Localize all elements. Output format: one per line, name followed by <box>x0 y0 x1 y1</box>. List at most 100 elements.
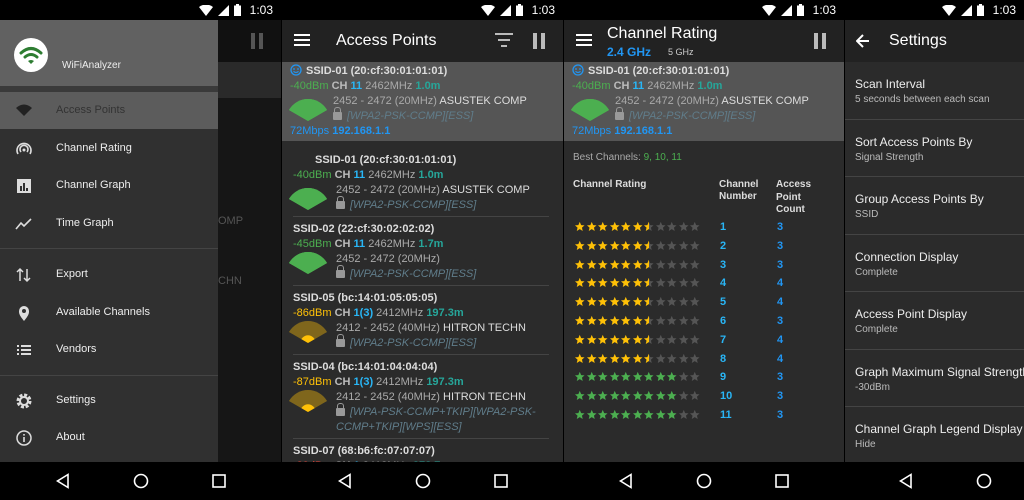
setting-item[interactable]: Connection Display Complete <box>845 235 1024 292</box>
channel-rating-row: 23 <box>574 240 834 258</box>
back-button[interactable] <box>618 473 634 489</box>
star-icon <box>609 353 620 363</box>
home-button[interactable] <box>133 473 149 489</box>
frequency: 2462MHz <box>647 80 695 92</box>
wifi-signal-icon <box>570 95 610 128</box>
setting-summary: Signal Strength <box>855 151 924 163</box>
connected-access-point[interactable]: SSID-01 (20:cf:30:01:01:01) -40dBm CH 11… <box>564 62 844 141</box>
tab-5ghz[interactable]: 5 GHz <box>668 47 694 57</box>
filter-icon[interactable] <box>495 33 513 47</box>
star-icon <box>666 240 677 250</box>
status-time: 1:03 <box>531 3 555 17</box>
star-icon <box>666 334 677 344</box>
page-title: Settings <box>889 32 947 49</box>
access-point-item[interactable]: SSID-04 (bc:14:01:04:04:04) -87dBm CH 1(… <box>282 355 563 438</box>
channel-width: (20MHz) <box>676 95 719 107</box>
status-bar: 1:03 <box>564 0 844 20</box>
wifi-signal-icon <box>288 95 328 128</box>
menu-icon[interactable] <box>576 34 592 46</box>
setting-item[interactable]: Scan Interval 5 seconds between each scan <box>845 62 1024 120</box>
distance: 1.0m <box>415 80 441 92</box>
drawer-item-vendors[interactable]: Vendors <box>0 331 218 368</box>
access-point-item[interactable]: SSID-01 (20:cf:30:01:01:01) -40dBm CH 11… <box>282 141 563 216</box>
menu-icon[interactable] <box>294 34 310 46</box>
header-channel: Channel Number <box>719 179 759 202</box>
vendor: HITRON TECHN <box>443 322 526 334</box>
recents-button[interactable] <box>211 473 227 489</box>
star-icon <box>574 334 585 344</box>
navigation-drawer: WiFiAnalyzer Access Points Channel Rating… <box>0 20 218 462</box>
header-rating: Channel Rating <box>573 179 647 190</box>
setting-item[interactable]: Group Access Points By SSID <box>845 177 1024 235</box>
star-icon <box>655 278 666 288</box>
back-arrow-icon[interactable] <box>856 34 870 48</box>
home-button[interactable] <box>976 473 992 489</box>
drawer-item-time-graph[interactable]: Time Graph <box>0 205 218 242</box>
back-button[interactable] <box>55 473 71 489</box>
tab-2-4ghz[interactable]: 2.4 GHz <box>607 45 651 59</box>
star-icon <box>597 334 608 344</box>
recents-button[interactable] <box>774 473 790 489</box>
status-bar: 1:03 <box>0 0 281 20</box>
home-button[interactable] <box>415 473 431 489</box>
security: [WPA2-PSK-CCMP][ESS] <box>290 107 555 124</box>
star-rating <box>574 391 701 404</box>
frequency-range: 2452 - 2472 (20MHz) ASUSTEK COMP <box>290 94 555 109</box>
drawer-item-channel-rating[interactable]: Channel Rating <box>0 130 218 167</box>
channel-number: 1(3) <box>353 376 374 388</box>
star-icon <box>597 278 608 288</box>
setting-item[interactable]: Channel Graph Legend Display Hide <box>845 407 1024 465</box>
drawer-item-channel-graph[interactable]: Channel Graph <box>0 167 218 204</box>
drawer-item-available-channels[interactable]: Available Channels <box>0 294 218 331</box>
star-icon <box>643 240 654 250</box>
star-icon <box>655 240 666 250</box>
signal-line: -86dBm CH 1(3) 2412MHz 197.3m <box>293 306 563 321</box>
drawer-item-settings[interactable]: Settings <box>0 382 218 419</box>
frequency: 2462MHz <box>368 238 416 250</box>
home-button[interactable] <box>696 473 712 489</box>
info-icon <box>16 430 32 446</box>
ssid: SSID-01 (20:cf:30:01:01:01) <box>315 154 457 166</box>
star-icon <box>609 221 620 231</box>
star-icon <box>597 221 608 231</box>
settings-screen: 1:03 Settings Scan Interval 5 seconds bet… <box>845 0 1024 500</box>
pause-button[interactable] <box>533 33 545 49</box>
setting-item[interactable]: Access Point Display Complete <box>845 292 1024 350</box>
export-arrows-icon <box>16 267 31 283</box>
star-icon <box>689 353 700 363</box>
setting-item[interactable]: Graph Maximum Signal Strength -30dBm <box>845 350 1024 407</box>
star-icon <box>678 278 689 288</box>
drawer-item-label: Settings <box>56 394 96 406</box>
channel-rating-row: 10 3 <box>574 390 834 408</box>
recents-button[interactable] <box>493 473 509 489</box>
setting-item[interactable]: Sort Access Points By Signal Strength <box>845 120 1024 177</box>
setting-title: Access Point Display <box>855 307 968 321</box>
ap-count: 3 <box>777 409 784 421</box>
channel-number: 2 <box>720 239 727 252</box>
star-icon <box>574 409 585 419</box>
radar-icon <box>16 142 32 155</box>
vendor: HITRON TECHN <box>443 391 526 403</box>
system-nav-bar <box>282 462 563 500</box>
star-icon <box>586 334 597 344</box>
access-point-item[interactable]: SSID-02 (22:cf:30:02:02:02) -45dBm CH 11… <box>282 217 563 285</box>
channel-label: CH <box>613 80 630 92</box>
star-icon <box>597 315 608 325</box>
drawer-item-access-points[interactable]: Access Points <box>0 92 218 129</box>
settings-list: Scan Interval 5 seconds between each scan… <box>845 62 1024 465</box>
star-rating <box>574 297 701 310</box>
cell-signal-icon <box>500 4 511 16</box>
back-button[interactable] <box>898 473 914 489</box>
drawer-item-export[interactable]: Export <box>0 256 218 293</box>
access-point-item[interactable]: SSID-05 (bc:14:01:05:05:05) -86dBm CH 1(… <box>282 286 563 354</box>
connected-access-point[interactable]: SSID-01 (20:cf:30:01:01:01) -40dBm CH 11… <box>282 62 563 141</box>
frequency: 2462MHz <box>365 80 413 92</box>
connected-smiley-icon <box>290 64 302 76</box>
drawer-item-about[interactable]: About <box>0 419 218 456</box>
star-rating <box>574 315 701 329</box>
star-icon <box>643 353 654 363</box>
cell-signal-icon <box>961 4 972 16</box>
back-button[interactable] <box>337 473 353 489</box>
star-icon <box>678 353 689 363</box>
pause-button[interactable] <box>814 33 826 49</box>
